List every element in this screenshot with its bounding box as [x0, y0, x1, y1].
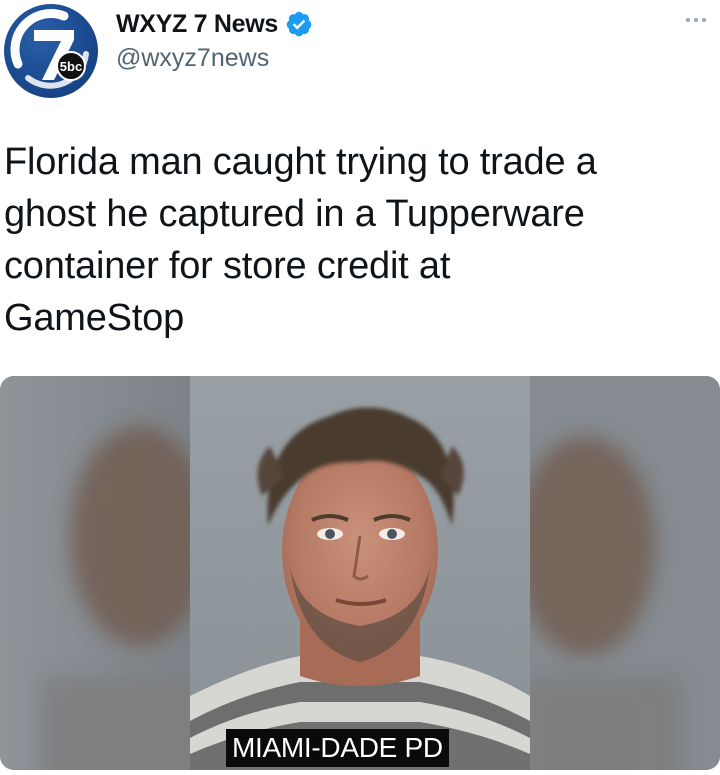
more-options-icon[interactable]	[682, 8, 712, 32]
media-caption: MIAMI-DADE PD	[226, 729, 449, 767]
tweet-text: Florida man caught trying to trade a gho…	[4, 141, 597, 339]
mugshot-photo	[0, 376, 720, 770]
author-name-row: WXYZ 7 News	[116, 6, 313, 42]
tweet-card: 5bc WXYZ 7 News @wxyz7news Florida man c…	[0, 0, 720, 775]
avatar-network-label: 5bc	[60, 59, 82, 74]
tweet-media-photo[interactable]	[0, 376, 720, 770]
author-handle[interactable]: @wxyz7news	[116, 44, 269, 73]
author-display-name[interactable]: WXYZ 7 News	[116, 10, 278, 39]
profile-avatar[interactable]: 5bc	[4, 4, 98, 98]
channel-7-logo-icon: 5bc	[10, 9, 89, 89]
verified-badge-icon	[286, 11, 312, 37]
